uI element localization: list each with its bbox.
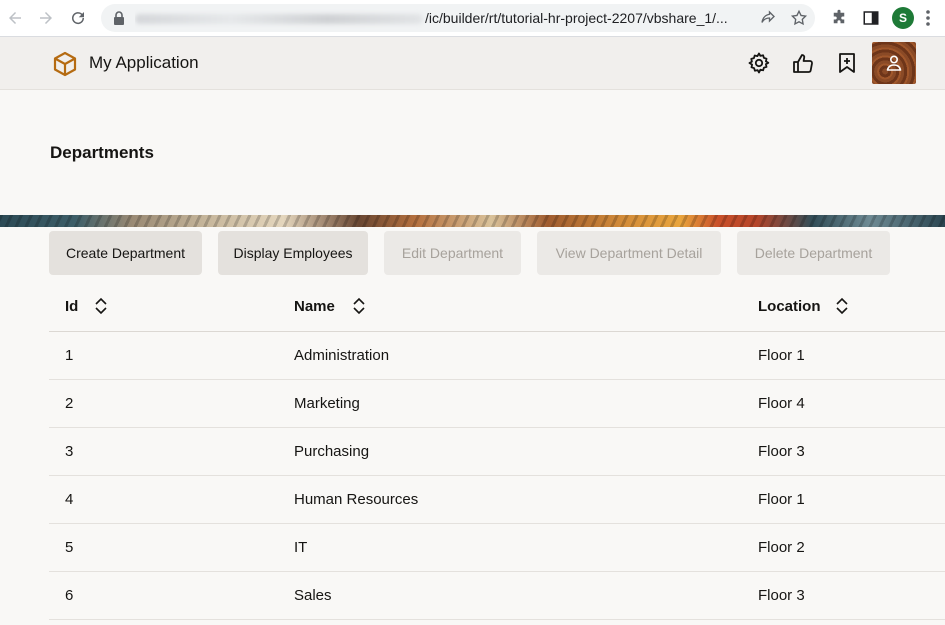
cell-location: Floor 2 [758, 539, 805, 556]
url-path: /ic/builder/rt/tutorial-hr-project-2207/… [425, 10, 728, 26]
side-panel-icon[interactable] [862, 9, 880, 27]
cell-name: Marketing [294, 395, 360, 412]
forward-icon[interactable] [35, 7, 57, 29]
table-row[interactable]: 2 Marketing Floor 4 [49, 380, 945, 428]
back-icon[interactable] [4, 7, 26, 29]
sort-icon[interactable] [94, 297, 108, 315]
bookmark-add-icon[interactable] [835, 51, 859, 75]
cell-name: Administration [294, 347, 390, 364]
cell-location: Floor 3 [758, 587, 805, 604]
column-header-name[interactable]: Name [294, 283, 335, 331]
browser-toolbar: /ic/builder/rt/tutorial-hr-project-2207/… [0, 0, 945, 37]
table-row[interactable]: 5 IT Floor 2 [49, 524, 945, 572]
profile-avatar[interactable]: S [892, 7, 914, 29]
sort-icon[interactable] [352, 297, 366, 315]
extensions-icon[interactable] [830, 9, 848, 27]
cell-location: Floor 1 [758, 491, 805, 508]
cell-location: Floor 1 [758, 347, 805, 364]
cell-id: 5 [65, 539, 74, 556]
cell-id: 6 [65, 587, 74, 604]
view-department-detail-button[interactable]: View Department Detail [537, 231, 721, 275]
create-department-button[interactable]: Create Department [49, 231, 202, 275]
column-header-id[interactable]: Id [65, 283, 78, 331]
delete-department-button[interactable]: Delete Department [737, 231, 890, 275]
cell-name: Purchasing [294, 443, 370, 460]
cell-id: 4 [65, 491, 74, 508]
thumbs-up-icon[interactable] [791, 51, 815, 75]
cell-id: 3 [65, 443, 74, 460]
cell-id: 2 [65, 395, 74, 412]
user-menu-button[interactable] [872, 42, 916, 84]
display-employees-button[interactable]: Display Employees [218, 231, 368, 275]
reload-icon[interactable] [67, 7, 89, 29]
cell-location: Floor 3 [758, 443, 805, 460]
app-header: My Application [0, 37, 945, 90]
app-title: My Application [89, 53, 199, 72]
sort-icon[interactable] [835, 297, 849, 315]
cube-logo-icon [53, 51, 77, 77]
url-text: /ic/builder/rt/tutorial-hr-project-2207/… [135, 4, 745, 32]
lock-icon [114, 11, 124, 25]
more-menu-icon[interactable] [925, 9, 931, 27]
cell-id: 1 [65, 347, 74, 364]
cell-name: IT [294, 539, 308, 556]
address-bar[interactable]: /ic/builder/rt/tutorial-hr-project-2207/… [101, 4, 815, 32]
cell-name: Human Resources [294, 491, 419, 508]
edit-department-button[interactable]: Edit Department [384, 231, 521, 275]
cell-location: Floor 4 [758, 395, 805, 412]
table-row[interactable]: 6 Sales Floor 3 [49, 572, 945, 620]
cell-name: Sales [294, 587, 332, 604]
table-row[interactable]: 3 Purchasing Floor 3 [49, 428, 945, 476]
table-row[interactable]: 4 Human Resources Floor 1 [49, 476, 945, 524]
share-icon[interactable] [759, 9, 777, 27]
decorative-banner [0, 215, 945, 227]
gear-icon[interactable] [747, 51, 771, 75]
star-icon[interactable] [790, 9, 808, 27]
column-header-label: Location [758, 298, 821, 315]
column-header-location[interactable]: Location [758, 283, 821, 331]
column-header-label: Name [294, 298, 335, 315]
page-title: Departments [50, 143, 154, 162]
user-icon [886, 55, 902, 71]
column-header-label: Id [65, 298, 79, 315]
table-row[interactable]: 1 Administration Floor 1 [49, 332, 945, 380]
